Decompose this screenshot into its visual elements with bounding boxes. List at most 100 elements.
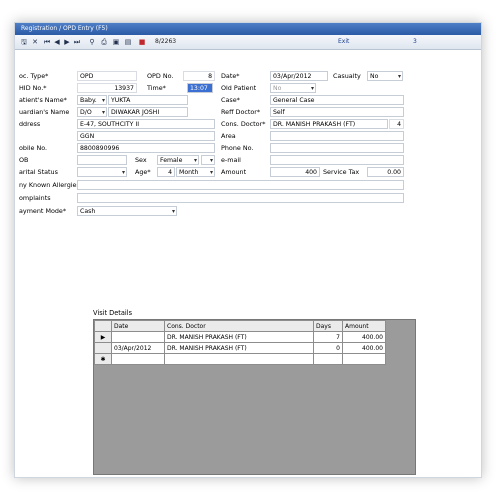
cell-cons-doctor[interactable]	[164, 353, 314, 365]
cons-doctor-label: Cons. Doctor*	[221, 120, 266, 128]
binoculars-icon[interactable]: ⚲	[87, 37, 97, 47]
marital-select[interactable]	[77, 167, 127, 177]
new-row-indicator-icon: ✱	[94, 353, 112, 365]
cell-date[interactable]	[111, 353, 165, 365]
cell-days[interactable]: 7	[313, 331, 343, 343]
age-unit-select[interactable]: Month	[176, 167, 215, 177]
area-label: Area	[221, 132, 236, 140]
dob-label: OB	[19, 156, 29, 164]
cons-doctor-code: 4	[389, 119, 404, 129]
allergies-label: ny Known Allergies	[19, 181, 80, 189]
column-header-amount[interactable]: Amount	[342, 320, 386, 332]
current-row-indicator-icon: ▶	[94, 331, 112, 343]
close-icon[interactable]: ✕	[30, 37, 40, 47]
marital-label: arital Status	[19, 168, 58, 176]
cell-amount[interactable]: 400.00	[342, 342, 386, 354]
save-icon[interactable]: 🖫	[19, 37, 29, 47]
page-number: 3	[413, 38, 417, 45]
cell-amount[interactable]	[342, 353, 386, 365]
sex-label: Sex	[135, 156, 147, 164]
casualty-select[interactable]: No	[367, 71, 403, 81]
guardian-name-field[interactable]: DIWAKAR JOSHI	[108, 107, 188, 117]
service-tax-field[interactable]: 0.00	[367, 167, 404, 177]
visit-details-title: Visit Details	[93, 309, 133, 317]
case-field[interactable]: General Case	[270, 95, 404, 105]
case-label: Case*	[221, 96, 240, 104]
email-label: e-mail	[221, 156, 241, 164]
prev-icon[interactable]: ◀	[53, 37, 61, 47]
date-label: Date*	[221, 72, 240, 80]
sex-extra-select[interactable]	[201, 155, 215, 165]
cell-date[interactable]: 03/Apr/2012	[111, 342, 165, 354]
print-icon[interactable]: ⎙	[99, 37, 109, 47]
report-icon[interactable]: ▤	[123, 37, 133, 47]
amount-label: Amount	[221, 168, 247, 176]
service-tax-label: Service Tax	[323, 168, 360, 176]
sex-select[interactable]: Female	[157, 155, 199, 165]
exit-button[interactable]: Exit	[338, 37, 349, 47]
table-header-row: Date Cons. Doctor Days Amount	[94, 320, 386, 332]
cell-days[interactable]	[313, 353, 343, 365]
age-field[interactable]: 4	[157, 167, 175, 177]
opd-no-field[interactable]: 8	[183, 71, 215, 81]
guardian-label: uardian's Name	[19, 108, 70, 116]
cell-amount[interactable]: 400.00	[342, 331, 386, 343]
old-patient-select[interactable]: No	[270, 83, 316, 93]
address-label: ddress	[19, 120, 41, 128]
first-icon[interactable]: ⏮	[43, 37, 51, 47]
email-field[interactable]	[270, 155, 404, 165]
column-header-days[interactable]: Days	[313, 320, 343, 332]
next-icon[interactable]: ▶	[63, 37, 71, 47]
stop-icon[interactable]: ■	[137, 37, 147, 47]
toolbar: 🖫 ✕ ⏮ ◀ ▶ ⏭ ⚲ ⎙ ▣ ▤ ■ 8/2263 Exit 3	[15, 35, 481, 50]
last-icon[interactable]: ⏭	[73, 37, 81, 47]
dob-field[interactable]	[77, 155, 127, 165]
allergies-field[interactable]	[77, 180, 404, 190]
record-number: 8/2263	[155, 38, 177, 45]
opd-no-label: OPD No.	[147, 72, 174, 80]
amount-field[interactable]: 400	[270, 167, 320, 177]
casualty-label: Casualty	[333, 72, 361, 80]
doc-type-label: oc. Type*	[19, 72, 49, 80]
visit-details-table: Date Cons. Doctor Days Amount ▶ 08/Apr/2…	[94, 320, 386, 365]
row-indicator-header	[94, 320, 112, 332]
patient-name-label: atient's Name*	[19, 96, 67, 104]
visit-details-grid: Date Cons. Doctor Days Amount ▶ 08/Apr/2…	[93, 319, 416, 475]
address-line2-field[interactable]: GGN	[77, 131, 215, 141]
uhid-field[interactable]: 13937	[77, 83, 137, 93]
address-line1-field[interactable]: E-47, SOUTHCITY II	[77, 119, 215, 129]
date-field[interactable]: 03/Apr/2012	[270, 71, 328, 81]
phone-field[interactable]	[270, 143, 404, 153]
uhid-label: HID No.*	[19, 84, 47, 92]
new-row[interactable]: ✱	[94, 353, 386, 365]
payment-mode-select[interactable]: Cash	[77, 206, 177, 216]
app-window: Registration / OPD Entry (F5) 🖫 ✕ ⏮ ◀ ▶ …	[14, 22, 482, 478]
area-field[interactable]	[270, 131, 404, 141]
cell-date[interactable]: 08/Apr/2012	[111, 331, 165, 343]
mobile-field[interactable]: 8800890996	[77, 143, 215, 153]
time-field[interactable]: 13:07	[187, 83, 213, 93]
guardian-relation-select[interactable]: D/O	[77, 107, 107, 117]
time-label: Time*	[147, 84, 166, 92]
doc-type-field[interactable]: OPD	[77, 71, 137, 81]
table-row[interactable]: ▶ 08/Apr/2012 DR. MANISH PRAKASH (FT) 7 …	[94, 331, 386, 343]
cell-cons-doctor[interactable]: DR. MANISH PRAKASH (FT)	[164, 331, 314, 343]
old-patient-label: Old Patient	[221, 84, 257, 92]
reff-doctor-label: Reff Doctor*	[221, 108, 261, 116]
cell-cons-doctor[interactable]: DR. MANISH PRAKASH (FT)	[164, 342, 314, 354]
cons-doctor-field[interactable]: DR. MANISH PRAKASH (FT)	[270, 119, 388, 129]
complaints-field[interactable]	[77, 193, 404, 203]
phone-label: Phone No.	[221, 144, 254, 152]
column-header-date[interactable]: Date	[111, 320, 165, 332]
window-title: Registration / OPD Entry (F5)	[15, 23, 481, 35]
mobile-label: obile No.	[19, 144, 48, 152]
floppy-icon[interactable]: ▣	[111, 37, 121, 47]
patient-title-select[interactable]: Baby.	[77, 95, 107, 105]
cell-days[interactable]: 0	[313, 342, 343, 354]
table-row[interactable]: 03/Apr/2012 DR. MANISH PRAKASH (FT) 0 40…	[94, 342, 386, 354]
row-indicator	[94, 342, 112, 354]
patient-name-field[interactable]: YUKTA	[108, 95, 188, 105]
reff-doctor-field[interactable]: Self	[270, 107, 404, 117]
column-header-cons-doctor[interactable]: Cons. Doctor	[164, 320, 314, 332]
age-label: Age*	[135, 168, 151, 176]
